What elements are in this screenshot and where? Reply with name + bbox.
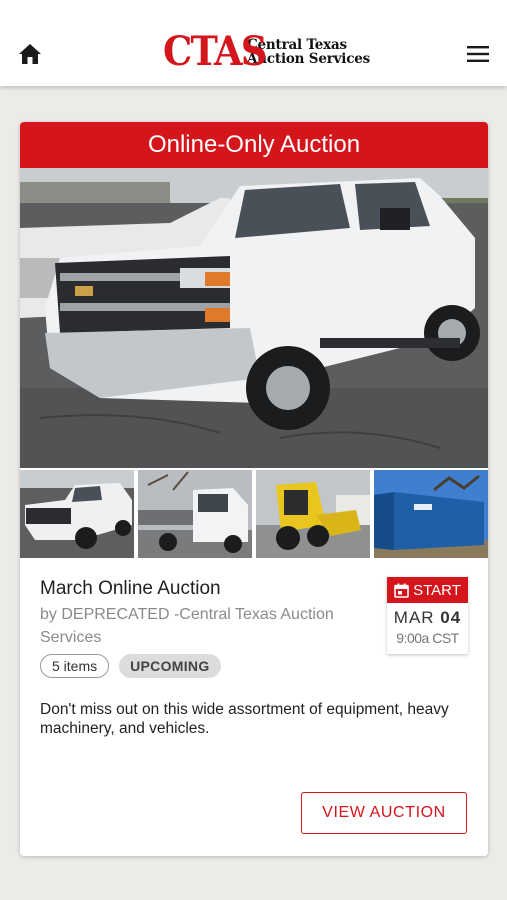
thumbnail-skid-steer[interactable] <box>256 470 370 558</box>
menu-button[interactable] <box>464 42 492 66</box>
thumbnail-shipping-container[interactable] <box>374 470 488 558</box>
pickup-truck-photo <box>20 168 488 468</box>
calendar-icon <box>394 583 409 598</box>
logo-line-1: Central Texas <box>247 37 347 53</box>
status-badge: UPCOMING <box>119 654 221 678</box>
start-label: START <box>413 581 461 599</box>
start-time: 9:00a CST <box>396 630 459 646</box>
home-button[interactable] <box>16 40 44 68</box>
semi-truck-thumbnail <box>138 470 252 558</box>
thumbnail-pickup-truck[interactable] <box>20 470 134 558</box>
start-date-box: START MAR 04 9:00a CST <box>387 577 468 654</box>
home-icon <box>19 44 41 64</box>
auction-seller: by DEPRECATED -Central Texas Auction Ser… <box>40 606 334 646</box>
item-count-badge: 5 items <box>40 654 110 678</box>
start-month: MAR <box>393 608 435 627</box>
start-date: MAR 04 <box>387 608 468 628</box>
auction-type-banner: Online-Only Auction <box>20 122 488 168</box>
hero-image-carousel[interactable] <box>20 168 488 468</box>
thumbnail-semi-truck[interactable] <box>138 470 252 558</box>
ctas-logo[interactable]: CTAS Central Texas Auction Services <box>163 28 370 75</box>
auction-description: Don't miss out on this wide assortment o… <box>40 701 449 737</box>
start-date-header: START <box>387 577 468 603</box>
logo-text: Central Texas Auction Services <box>247 38 370 66</box>
logo-line-2: Auction Services <box>247 51 371 67</box>
app-header: CTAS Central Texas Auction Services <box>0 0 507 86</box>
hamburger-menu-icon <box>467 46 489 62</box>
auction-title[interactable]: March Online Auction <box>40 578 221 600</box>
start-day: 04 <box>440 608 462 627</box>
thumbnail-strip <box>20 470 488 558</box>
pickup-truck-thumbnail <box>20 470 134 558</box>
logo-mark: CTAS <box>163 28 267 75</box>
auction-card[interactable]: Online-Only Auction March Online Auction… <box>20 122 488 856</box>
view-auction-button[interactable]: VIEW AUCTION <box>301 792 467 834</box>
shipping-container-thumbnail <box>374 470 488 558</box>
status-chips: 5 items UPCOMING <box>40 654 221 678</box>
skid-steer-thumbnail <box>256 470 370 558</box>
